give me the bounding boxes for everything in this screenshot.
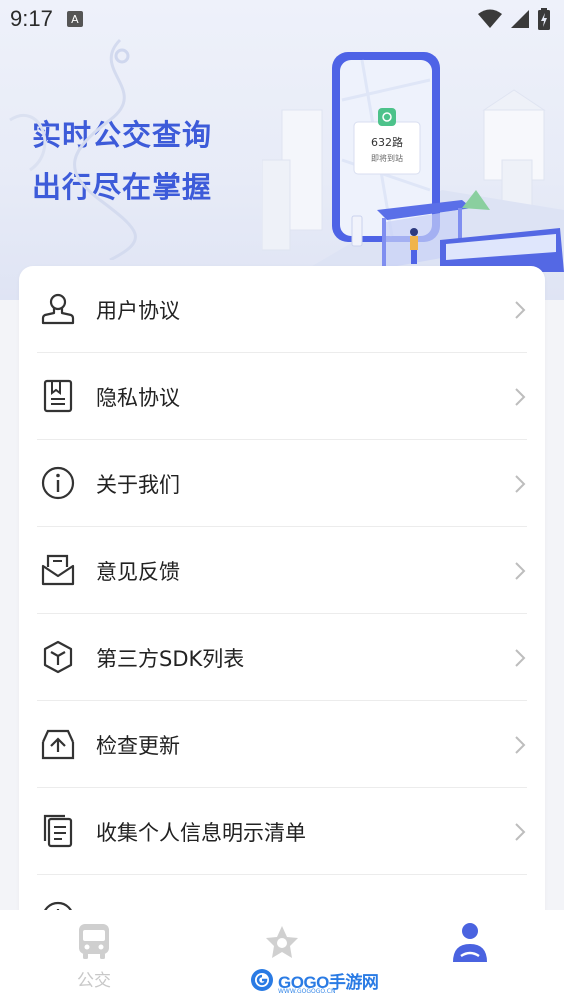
status-time: 9:17 (10, 6, 53, 31)
document-list-icon (43, 814, 73, 848)
nav-label-bus: 公交 (77, 971, 111, 991)
user-stamp-icon (41, 293, 75, 325)
illustration-status: 即将到站 (371, 153, 403, 163)
gogo-watermark: GOGO手游网 WWW.GOGOGO.CN (250, 966, 379, 995)
watermark-sub: WWW.GOGOGO.CN (278, 988, 336, 995)
map-route-decoration (9, 38, 137, 260)
star-icon (266, 926, 298, 958)
menu-item-user-agreement[interactable]: 用户协议 (19, 266, 545, 353)
chevron-right-icon (515, 823, 526, 841)
menu-item-label: 检查更新 (96, 734, 180, 758)
battery-charging-icon (538, 8, 550, 30)
menu-item-label: 隐私协议 (96, 386, 180, 410)
chevron-right-icon (515, 301, 526, 319)
chevron-right-icon (515, 736, 526, 754)
wifi-icon (478, 9, 502, 28)
profile-icon (453, 923, 487, 962)
cube-icon (43, 640, 73, 674)
chevron-right-icon (515, 388, 526, 406)
menu-item-privacy-agreement[interactable]: 隐私协议 (19, 353, 545, 440)
status-bar: 9:17 A (0, 0, 564, 38)
nav-item-bus[interactable]: 公交 (0, 910, 188, 1004)
bus-icon (79, 924, 109, 959)
chevron-right-icon (515, 649, 526, 667)
menu-item-feedback[interactable]: 意见反馈 (19, 527, 545, 614)
menu-item-label: 关于我们 (96, 473, 180, 497)
menu-item-sdk-list[interactable]: 第三方SDK列表 (19, 614, 545, 701)
menu-item-label: 意见反馈 (96, 560, 180, 584)
menu-item-check-update[interactable]: 检查更新 (19, 701, 545, 788)
menu-item-about-us[interactable]: 关于我们 (19, 440, 545, 527)
bus-stop-illustration: 632路 即将到站 (262, 52, 564, 272)
menu-item-label: 用户协议 (96, 299, 180, 323)
feedback-mail-icon (41, 554, 75, 586)
menu-item-personal-info-list[interactable]: 收集个人信息明示清单 (19, 788, 545, 875)
info-circle-icon (41, 466, 75, 500)
update-tray-icon (41, 729, 75, 760)
a-box-icon: A (66, 11, 83, 27)
privacy-document-icon (43, 379, 73, 413)
gogo-logo-icon (251, 969, 273, 991)
chevron-right-icon (515, 562, 526, 580)
settings-menu-card: 用户协议 隐私协议 关于我们 意见反馈 第三方SDK列表 检查更新 收集个人信息… (19, 266, 545, 966)
menu-item-label: 收集个人信息明示清单 (96, 821, 306, 845)
header-banner: 实时公交查询 出行尽在掌握 632路 即将到站 (0, 0, 564, 300)
menu-item-label: 第三方SDK列表 (96, 647, 245, 671)
cell-signal-icon (511, 10, 529, 28)
nav-item-profile[interactable] (376, 910, 564, 1004)
chevron-right-icon (515, 475, 526, 493)
illustration-route: 632路 (371, 136, 403, 149)
